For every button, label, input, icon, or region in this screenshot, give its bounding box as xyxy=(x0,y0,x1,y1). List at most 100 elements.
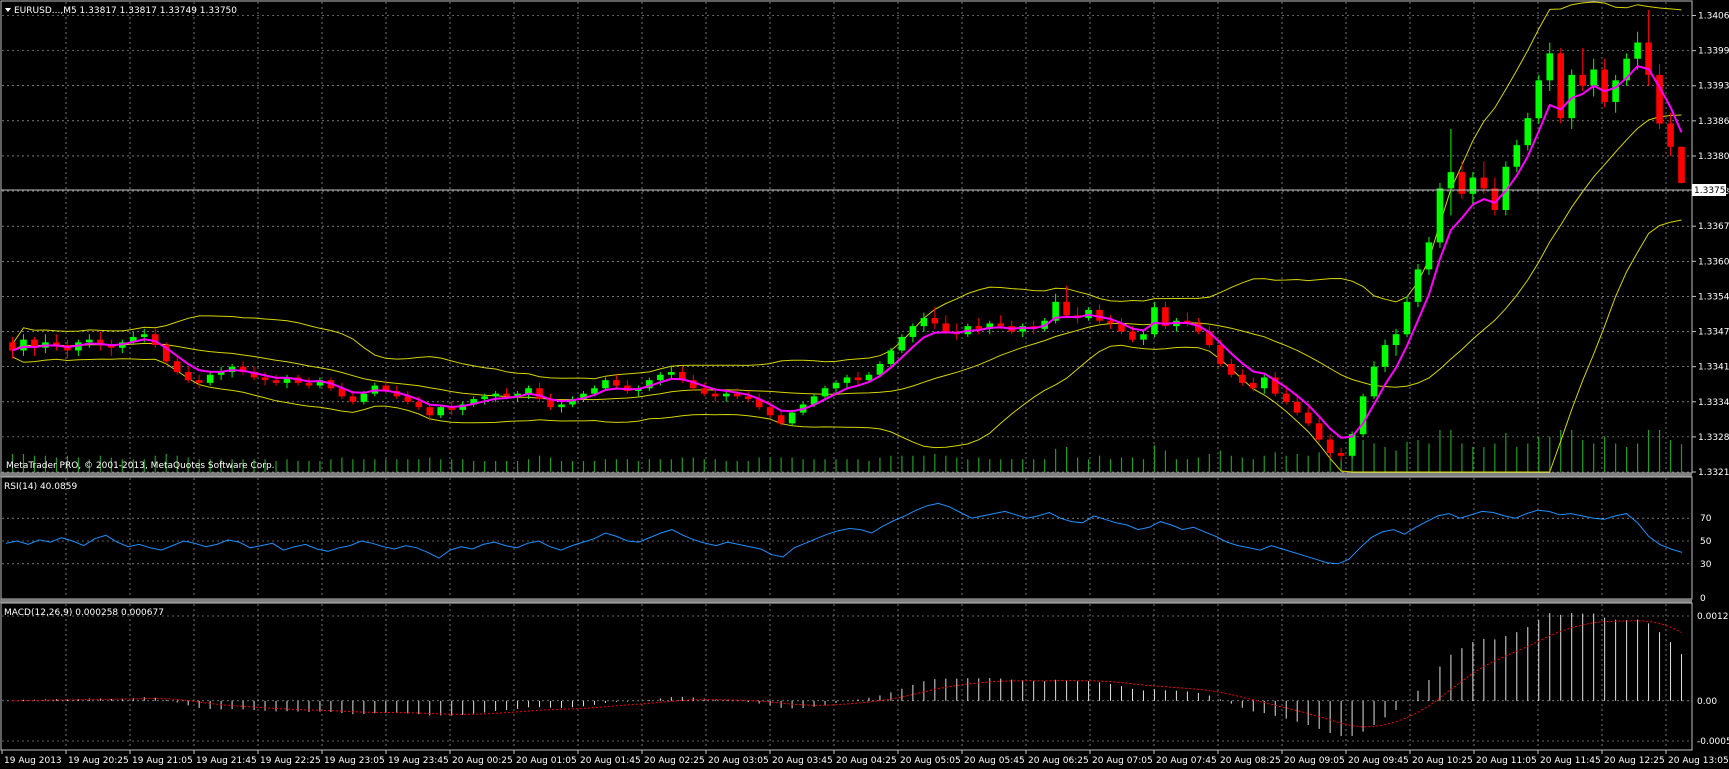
time-label: 19 Aug 21:05 xyxy=(132,756,193,766)
candle-body xyxy=(481,396,488,400)
candle-body xyxy=(898,336,906,351)
time-label: 20 Aug 07:05 xyxy=(1092,756,1153,766)
rsi-label: RSI(14) 40.0859 xyxy=(4,482,77,492)
candle-body xyxy=(140,334,148,337)
price-tick-label: 1.33540 xyxy=(1698,292,1729,302)
candle-body xyxy=(832,382,840,389)
price-tick-label: 1.33995 xyxy=(1698,47,1729,57)
candle-body xyxy=(415,401,423,408)
panel-separator-2[interactable] xyxy=(0,599,1692,603)
candle-body xyxy=(1403,301,1411,335)
candle-body xyxy=(1447,172,1455,189)
candle-body xyxy=(777,415,785,424)
time-label: 20 Aug 00:25 xyxy=(452,756,513,766)
time-label: 19 Aug 20:25 xyxy=(68,756,129,766)
candle-body xyxy=(1063,301,1070,316)
candle-body xyxy=(1469,177,1477,194)
candle-body xyxy=(657,374,664,381)
candle-body xyxy=(360,393,368,402)
candle[interactable] xyxy=(898,334,906,354)
candle[interactable] xyxy=(1678,146,1685,184)
candle-body xyxy=(1579,74,1586,86)
candle-body xyxy=(1304,412,1312,424)
candle-body xyxy=(1326,439,1334,454)
time-label: 20 Aug 13:05 xyxy=(1668,756,1729,766)
time-label: 20 Aug 02:25 xyxy=(644,756,705,766)
price-tick-label: 1.33930 xyxy=(1698,82,1729,92)
candle-body xyxy=(426,407,434,416)
candle-body xyxy=(1590,69,1597,86)
time-label: 19 Aug 22:25 xyxy=(260,756,321,766)
candle-body xyxy=(744,396,752,400)
candle-body xyxy=(272,380,280,383)
candle[interactable] xyxy=(1436,182,1444,248)
candle-body xyxy=(1282,393,1290,402)
candle-body xyxy=(492,393,499,397)
candle[interactable] xyxy=(1359,393,1367,437)
candle-body xyxy=(503,393,510,397)
candle-body xyxy=(920,318,928,327)
candle-body xyxy=(1425,242,1433,270)
candle[interactable] xyxy=(1414,264,1422,308)
candle-body xyxy=(668,372,675,375)
metatrader-chart[interactable]: EURUSD...,M5 1.33817 1.33817 1.33749 1.3… xyxy=(0,0,1729,769)
time-label: 19 Aug 23:05 xyxy=(324,756,385,766)
time-label: 19 Aug 21:45 xyxy=(196,756,257,766)
candle[interactable] xyxy=(1557,47,1565,124)
candle-body xyxy=(20,339,27,351)
time-label: 20 Aug 03:05 xyxy=(708,756,769,766)
rsi-level-label: 70 xyxy=(1700,514,1712,524)
candle-body xyxy=(909,326,917,337)
candle[interactable] xyxy=(1535,74,1543,124)
candle-body xyxy=(788,412,796,424)
time-label: 20 Aug 05:45 xyxy=(964,756,1025,766)
copyright-watermark: MetaTrader PRO, © 2001-2013, MetaQuotes … xyxy=(6,461,275,471)
candle-body xyxy=(1535,80,1543,119)
candle-body xyxy=(942,323,950,332)
candle[interactable] xyxy=(1425,237,1433,275)
candle-body xyxy=(1667,123,1674,147)
candle-body xyxy=(865,374,873,381)
candle[interactable] xyxy=(1403,296,1411,337)
time-label: 20 Aug 09:05 xyxy=(1284,756,1345,766)
candle-body xyxy=(1392,334,1400,346)
time-label: 19 Aug 23:45 xyxy=(388,756,449,766)
candle-body xyxy=(1096,309,1103,321)
candle-body xyxy=(1546,53,1554,81)
candle-body xyxy=(1414,269,1422,302)
candle-body xyxy=(1480,177,1488,189)
time-label: 20 Aug 04:25 xyxy=(836,756,897,766)
candle-body xyxy=(997,323,1005,327)
candle-body xyxy=(184,372,192,381)
candle-body xyxy=(1458,172,1466,194)
candle[interactable] xyxy=(1524,112,1532,151)
time-label: 20 Aug 06:25 xyxy=(1028,756,1089,766)
candle-body xyxy=(437,407,445,416)
candle-body xyxy=(1228,363,1235,375)
candle-body xyxy=(1217,345,1224,364)
candle-body xyxy=(1239,374,1246,383)
price-tick-label: 1.33670 xyxy=(1698,222,1729,232)
candle-body xyxy=(843,377,851,383)
candle-body xyxy=(613,380,620,386)
time-label: 20 Aug 05:05 xyxy=(900,756,961,766)
candle-body xyxy=(349,396,357,402)
candle-body xyxy=(1513,145,1521,167)
candle-body xyxy=(536,388,543,400)
candle-body xyxy=(1151,307,1158,335)
candle[interactable] xyxy=(1370,361,1378,400)
candle[interactable] xyxy=(887,347,895,367)
candle-body xyxy=(195,380,203,383)
panel-separator-1[interactable] xyxy=(0,473,1692,477)
time-label: 20 Aug 09:45 xyxy=(1348,756,1409,766)
current-price-text: 1.33750 xyxy=(1694,186,1729,196)
candle-body xyxy=(766,407,774,416)
macd-level-label: 0.001255 xyxy=(1697,612,1729,622)
candle-body xyxy=(1315,423,1323,440)
price-tick-label: 1.33865 xyxy=(1698,117,1729,127)
time-label: 20 Aug 12:25 xyxy=(1604,756,1665,766)
time-label: 20 Aug 01:05 xyxy=(516,756,577,766)
candle-body xyxy=(1381,345,1389,367)
candle-body xyxy=(261,377,269,381)
candle-body xyxy=(1678,146,1685,183)
